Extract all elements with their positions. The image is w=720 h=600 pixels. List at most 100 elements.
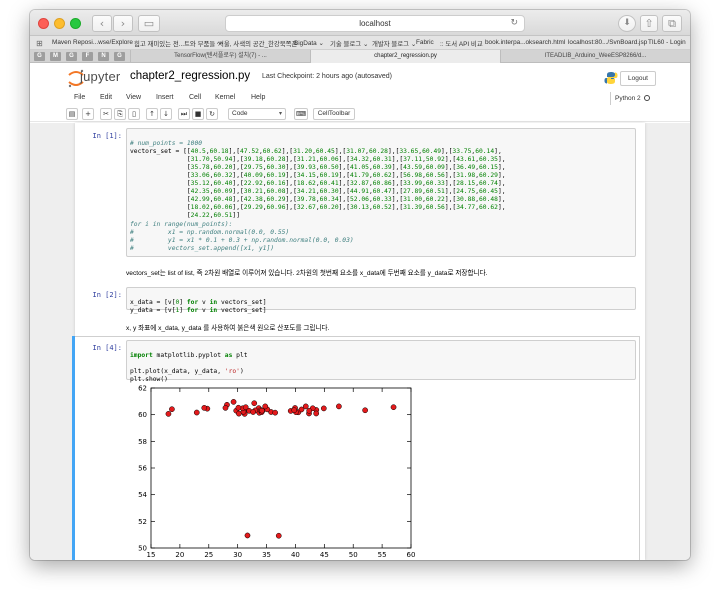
pinned-tab[interactable]: N xyxy=(98,52,109,61)
download-icon[interactable]: ⬇ xyxy=(618,15,636,32)
y-tick-label: 60 xyxy=(138,411,147,419)
bookmark-item[interactable]: 힘고 재미있는 전...트와 부품들 ^^ xyxy=(134,39,223,48)
menu-insert[interactable]: Insert xyxy=(156,94,174,101)
x-tick-label: 15 xyxy=(147,551,156,559)
arrow-up-icon[interactable]: ↑ xyxy=(146,108,158,120)
arrow-down-icon[interactable]: ↓ xyxy=(160,108,172,120)
code-cell-input[interactable]: x_data = [v[0] for v in vectors_set] y_d… xyxy=(126,287,636,314)
reload-icon[interactable]: ↻ xyxy=(510,16,518,31)
data-point xyxy=(244,532,251,539)
bookmark-item[interactable]: BigData ⌄ xyxy=(294,39,324,47)
close-window-button[interactable] xyxy=(38,18,49,29)
restart-icon[interactable]: ↻ xyxy=(206,108,218,120)
y-tick-label: 52 xyxy=(138,518,147,526)
code-cell-input[interactable]: # num_points = 1000 vectors_set = [[40.5… xyxy=(126,128,636,257)
data-point xyxy=(320,405,327,412)
markdown-cell: x, y 좌표에 x_data, y_data 를 사용하여 붉은색 원으로 산… xyxy=(126,325,330,332)
code-line: x_data = [v[0] for v in vectors_set] xyxy=(130,299,267,307)
menu-view[interactable]: View xyxy=(126,94,141,101)
code-line: y_data = [v[1] for v in vectors_set] xyxy=(130,307,267,315)
tab-bar: G M G F N G TensorFlow(텐서플로우) 설치(7) - ..… xyxy=(30,50,690,63)
copy-icon[interactable]: ⎘ xyxy=(114,108,126,120)
browser-titlebar: ‹ › ▭ localhost ↻ ⬇ ⇧ ⧉ xyxy=(30,10,690,36)
plus-icon[interactable]: + xyxy=(82,108,94,120)
scatter-plot-output: 15 20 25 30 35 40 45 50 55 60 50 52 54 56 58 60 62 xyxy=(138,385,415,560)
chevron-down-icon: ▾ xyxy=(278,111,282,117)
code-editor[interactable]: # num_points = 1000 vectors_set = [[40.5… xyxy=(127,129,635,253)
notebook-name[interactable]: chapter2_regression.py xyxy=(130,70,250,82)
pinned-tab[interactable]: G xyxy=(34,52,45,61)
menu-file[interactable]: File xyxy=(74,94,85,101)
bookmark-item[interactable]: 개발자 블로그 ⌄ xyxy=(372,39,416,48)
code-line: # x1 = np.random.normal(0.0, 0.55) xyxy=(130,228,290,236)
browser-tab-active[interactable]: chapter2_regression.py xyxy=(310,50,500,63)
browser-tab[interactable]: ITEADLIB_Arduino_WeeESP8266/d... xyxy=(500,50,690,63)
pinned-tab[interactable]: F xyxy=(82,52,93,61)
data-point xyxy=(235,404,242,411)
code-cell-input[interactable]: import matplotlib.pyplot as plt plt.plot… xyxy=(126,340,636,383)
cut-icon[interactable]: ✂ xyxy=(100,108,112,120)
menu-bar: File Edit View Insert Cell Kernel Help P… xyxy=(30,92,690,106)
run-icon[interactable]: ⏭ xyxy=(178,108,190,120)
share-icon[interactable]: ⇧ xyxy=(640,15,658,32)
paste-icon[interactable]: ▯ xyxy=(128,108,140,120)
y-tick-label: 56 xyxy=(138,465,147,473)
back-icon[interactable]: ‹ xyxy=(92,15,112,32)
menu-kernel[interactable]: Kernel xyxy=(215,94,235,101)
address-text: localhost xyxy=(359,19,391,28)
code-line: vectors_set = [[40.5,60.18],[47.52,60.62… xyxy=(130,148,502,156)
tabs-overview-icon[interactable]: ⧉ xyxy=(662,15,682,32)
x-tick-label: 50 xyxy=(349,551,358,559)
keyboard-icon[interactable]: ⌨ xyxy=(294,108,308,120)
data-point xyxy=(222,405,229,411)
cell-type-select[interactable]: Code ▾ xyxy=(228,108,286,120)
code-editor[interactable]: x_data = [v[0] for v in vectors_set] y_d… xyxy=(127,288,635,315)
code-line: # y1 = x1 * 0.1 + 0.3 + np.random.normal… xyxy=(130,236,354,244)
plot-axes-frame xyxy=(150,387,412,549)
code-line: [31.70,50.94],[39.18,60.28],[31.21,60.06… xyxy=(130,156,506,164)
x-tick-label: 35 xyxy=(262,551,271,559)
cell-prompt: In [4]: xyxy=(92,344,122,352)
bookmark-item[interactable]: localhost:80.../SvnBoard.jsp xyxy=(568,39,647,46)
save-icon[interactable]: ▤ xyxy=(66,108,78,120)
address-bar[interactable]: localhost ↻ xyxy=(225,15,525,32)
jupyter-header: jupyter chapter2_regression.py Last Chec… xyxy=(30,63,690,92)
pinned-tab[interactable]: M xyxy=(50,52,61,61)
pinned-tab[interactable]: G xyxy=(66,52,77,61)
x-tick-label: 55 xyxy=(378,551,387,559)
menu-cell[interactable]: Cell xyxy=(189,94,201,101)
code-line: # vectors_set.append([x1, y1]) xyxy=(130,244,275,252)
bookmarks-bar: ⊞ Maven Reposi...wse/Explore 힘고 재미있는 전..… xyxy=(30,36,690,50)
browser-tab[interactable]: TensorFlow(텐서플로우) 설치(7) - ... xyxy=(130,50,310,63)
bookmark-item[interactable]: Maven Reposi...wse/Explore xyxy=(52,39,133,46)
bookmark-item[interactable]: Fabric xyxy=(416,39,434,46)
cell-type-value: Code xyxy=(232,110,248,117)
bookmark-item[interactable]: 서울, 사색의 공간_한강북쪽픈 xyxy=(218,39,297,48)
stop-icon[interactable]: ■ xyxy=(192,108,204,120)
kernel-indicator: Python 2 xyxy=(610,92,656,105)
bookmark-item[interactable]: 기술 블로그 ⌄ xyxy=(330,39,368,48)
menu-help[interactable]: Help xyxy=(251,94,265,101)
data-point xyxy=(242,404,249,411)
data-point xyxy=(275,532,282,539)
bookmark-item[interactable]: book.interpa...oksearch.html xyxy=(485,39,565,46)
minimize-window-button[interactable] xyxy=(54,18,65,29)
zoom-window-button[interactable] xyxy=(70,18,81,29)
code-line: # num_points = 1000 xyxy=(130,140,203,148)
cell-toolbar-button[interactable]: CellToolbar xyxy=(313,108,355,120)
data-point xyxy=(390,404,397,411)
pinned-tab[interactable]: G xyxy=(114,52,125,61)
code-line: [24.22,60.51]] xyxy=(130,212,240,220)
sidebar-icon[interactable]: ▭ xyxy=(138,15,160,32)
logout-button[interactable]: Logout xyxy=(620,71,656,86)
bookmark-item[interactable]: :: 도서 API 비교 xyxy=(440,39,483,48)
bookmark-item[interactable]: TIL60 - Login xyxy=(648,39,686,46)
x-tick-label: 25 xyxy=(204,551,213,559)
code-editor[interactable]: import matplotlib.pyplot as plt plt.plot… xyxy=(127,341,635,384)
notebook-toolbar: ▤ + ✂ ⎘ ▯ ↑ ↓ ⏭ ■ ↻ Code ▾ ⌨ CellToolbar xyxy=(30,107,690,122)
menu-edit[interactable]: Edit xyxy=(100,94,112,101)
bookmarks-grid-icon[interactable]: ⊞ xyxy=(36,39,43,48)
data-point xyxy=(165,411,172,417)
forward-icon[interactable]: › xyxy=(113,15,133,32)
checkpoint-status: Last Checkpoint: 2 hours ago (autosaved) xyxy=(262,73,392,80)
